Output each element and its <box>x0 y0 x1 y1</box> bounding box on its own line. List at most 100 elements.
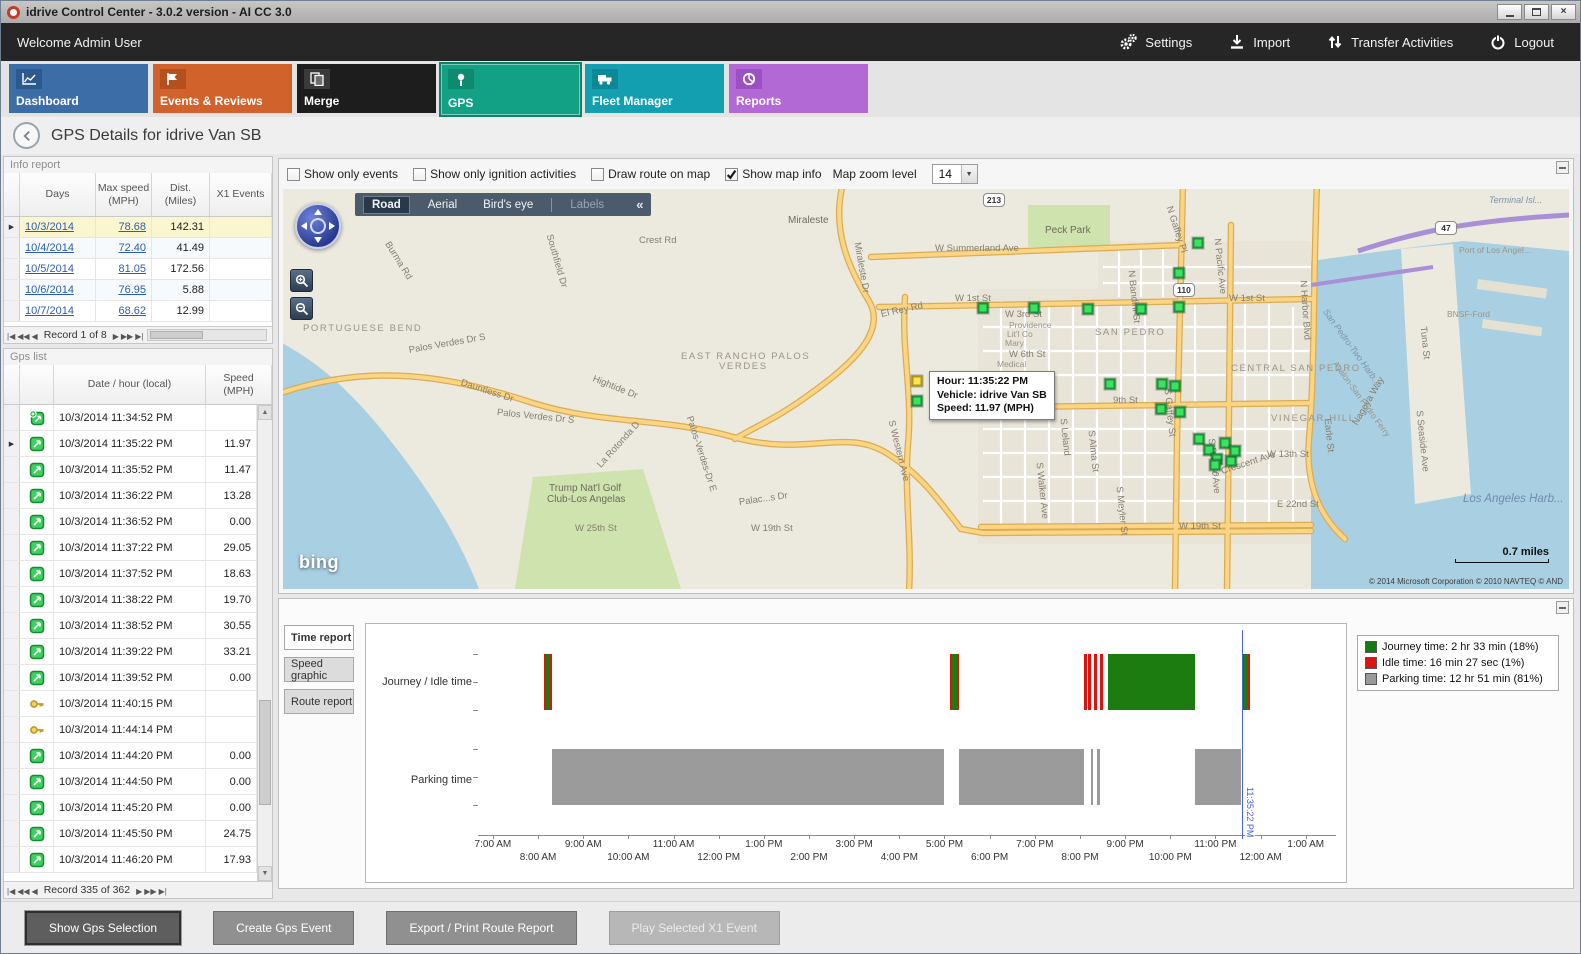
scrollbar-thumb[interactable] <box>259 700 271 805</box>
gps-marker[interactable] <box>1105 379 1116 390</box>
next-page-record-button[interactable]: ▶▶ <box>143 887 157 896</box>
checkbox-box[interactable] <box>287 168 300 181</box>
map-panel-collapse-button[interactable] <box>1556 161 1569 174</box>
gps-marker[interactable] <box>1230 446 1241 457</box>
prev-record-button[interactable]: ◀ <box>31 887 39 896</box>
day-link[interactable]: 10/6/2014 <box>25 284 74 296</box>
gps-list-row[interactable]: 10/3/2014 11:45:20 PM0.00 <box>4 795 257 821</box>
map-style-bird-s-eye[interactable]: Bird's eye <box>475 197 541 213</box>
gps-list-row[interactable]: 10/3/2014 11:39:22 PM33.21 <box>4 639 257 665</box>
menubar-item-logout[interactable]: Logout <box>1489 33 1554 51</box>
create-gps-event-button[interactable]: Create Gps Event <box>213 911 354 945</box>
column-header-speed-mph[interactable]: Speed (MPH) <box>206 365 272 404</box>
gps-list-row[interactable]: 10/3/2014 11:40:15 PM <box>4 691 257 717</box>
maximize-button[interactable] <box>1524 4 1549 20</box>
chart-tab-speed-graphic[interactable]: Speed graphic <box>284 657 354 682</box>
max-speed-link[interactable]: 76.95 <box>118 284 146 296</box>
gps-list-row[interactable]: 10/3/2014 11:46:20 PM17.93 <box>4 847 257 873</box>
day-link[interactable]: 10/5/2014 <box>25 263 74 275</box>
gps-marker[interactable] <box>1174 268 1185 279</box>
checkbox-box[interactable] <box>413 168 426 181</box>
info-report-row[interactable]: 10/5/201481.05172.56 <box>4 259 272 280</box>
gps-marker[interactable] <box>1210 460 1221 471</box>
last-record-button[interactable]: ▶| <box>158 887 168 896</box>
map-bar-collapse-button[interactable]: « <box>636 197 643 212</box>
max-speed-link[interactable]: 81.05 <box>118 263 146 275</box>
gps-marker[interactable] <box>1083 304 1094 315</box>
map-style-aerial[interactable]: Aerial <box>420 197 465 213</box>
chart-tab-route-report[interactable]: Route report <box>284 689 354 714</box>
time-cursor[interactable] <box>1242 630 1243 839</box>
minimize-button[interactable] <box>1497 4 1522 20</box>
prev-page-record-button[interactable]: ◀◀ <box>16 332 30 341</box>
next-page-record-button[interactable]: ▶▶ <box>120 332 134 341</box>
gps-list-row[interactable]: 10/3/2014 11:36:52 PM0.00 <box>4 509 257 535</box>
selected-gps-marker[interactable] <box>912 376 923 387</box>
module-tile-fleet-manager[interactable]: Fleet Manager <box>585 64 724 113</box>
gps-marker[interactable] <box>1226 456 1237 467</box>
checkbox-show-map-info[interactable]: Show map info <box>725 167 821 181</box>
gps-list-row[interactable]: 10/3/2014 11:36:22 PM13.28 <box>4 483 257 509</box>
column-header-date-hour-local[interactable]: Date / hour (local) <box>54 365 206 404</box>
gps-marker[interactable] <box>1175 407 1186 418</box>
gps-marker[interactable] <box>1174 302 1185 313</box>
gps-marker[interactable] <box>1156 404 1167 415</box>
map-style-road[interactable]: Road <box>363 196 410 214</box>
export-print-route-report-button[interactable]: Export / Print Route Report <box>386 911 576 945</box>
module-tile-gps[interactable]: GPS <box>441 64 580 115</box>
gps-list-row[interactable]: 10/3/2014 11:37:22 PM29.05 <box>4 535 257 561</box>
gps-marker[interactable] <box>1136 304 1147 315</box>
next-record-button[interactable]: ▶ <box>112 332 120 341</box>
gps-list-row[interactable]: 10/3/2014 11:35:52 PM11.47 <box>4 457 257 483</box>
scroll-up-arrow[interactable]: ▲ <box>258 405 272 420</box>
gps-marker[interactable] <box>1157 379 1168 390</box>
map-zoom-out-button[interactable] <box>290 297 313 320</box>
gps-marker[interactable] <box>912 396 923 407</box>
dropdown-arrow-icon[interactable]: ▼ <box>961 165 977 183</box>
column-header-max-speed-mph[interactable]: Max speed (MPH) <box>96 173 152 216</box>
info-report-row[interactable]: 10/6/201476.955.88 <box>4 280 272 301</box>
module-tile-events-reviews[interactable]: Events & Reviews <box>153 64 292 113</box>
module-tile-merge[interactable]: Merge <box>297 64 436 113</box>
back-button[interactable] <box>13 122 40 149</box>
checkbox-box[interactable] <box>725 168 738 181</box>
checkbox-show-only-events[interactable]: Show only events <box>287 167 398 181</box>
scroll-down-arrow[interactable]: ▼ <box>258 866 272 881</box>
module-tile-dashboard[interactable]: Dashboard <box>9 64 148 113</box>
info-report-row[interactable]: ▶10/3/201478.68142.31 <box>4 217 272 238</box>
module-tile-reports[interactable]: Reports <box>729 64 868 113</box>
menubar-item-transfer-activities[interactable]: Transfer Activities <box>1326 33 1453 51</box>
map-zoom-level-select[interactable]: 14 ▼ <box>932 164 978 184</box>
info-report-row[interactable]: 10/4/201472.4041.49 <box>4 238 272 259</box>
max-speed-link[interactable]: 68.62 <box>118 305 146 317</box>
gps-marker[interactable] <box>1170 381 1181 392</box>
max-speed-link[interactable]: 72.40 <box>118 242 146 254</box>
chart-panel-collapse-button[interactable] <box>1556 601 1569 614</box>
day-link[interactable]: 10/7/2014 <box>25 305 74 317</box>
info-report-row[interactable]: 10/7/201468.6212.99 <box>4 301 272 322</box>
gps-marker[interactable] <box>1193 238 1204 249</box>
chart-tab-time-report[interactable]: Time report <box>284 625 354 650</box>
column-header-x1-events[interactable]: X1 Events <box>210 173 272 216</box>
gps-list-row[interactable]: 10/3/2014 11:38:52 PM30.55 <box>4 613 257 639</box>
prev-record-button[interactable]: ◀ <box>31 332 39 341</box>
map-zoom-in-button[interactable] <box>290 269 313 292</box>
gps-list-row[interactable]: 10/3/2014 11:39:52 PM0.00 <box>4 665 257 691</box>
day-link[interactable]: 10/4/2014 <box>25 242 74 254</box>
info-horizontal-scrollbar[interactable] <box>147 329 267 341</box>
gps-list-row[interactable]: 10/3/2014 11:45:50 PM24.75 <box>4 821 257 847</box>
show-gps-selection-button[interactable]: Show Gps Selection <box>25 911 181 945</box>
checkbox-box[interactable] <box>591 168 604 181</box>
first-record-button[interactable]: |◀ <box>6 332 16 341</box>
gps-list-row[interactable]: ▶10/3/2014 11:35:22 PM11.97 <box>4 431 257 457</box>
checkbox-draw-route-on-map[interactable]: Draw route on map <box>591 167 710 181</box>
first-record-button[interactable]: |◀ <box>6 887 16 896</box>
gps-list-row[interactable]: 10/3/2014 11:44:20 PM0.00 <box>4 743 257 769</box>
checkbox-show-only-ignition-activities[interactable]: Show only ignition activities <box>413 167 576 181</box>
gps-marker[interactable] <box>1029 303 1040 314</box>
gps-marker[interactable] <box>978 303 989 314</box>
menubar-item-settings[interactable]: Settings <box>1118 32 1192 52</box>
gps-list-row[interactable]: 10/3/2014 11:34:52 PM <box>4 405 257 431</box>
gps-list-row[interactable]: 10/3/2014 11:44:50 PM0.00 <box>4 769 257 795</box>
gps-list-row[interactable]: 10/3/2014 11:38:22 PM19.70 <box>4 587 257 613</box>
